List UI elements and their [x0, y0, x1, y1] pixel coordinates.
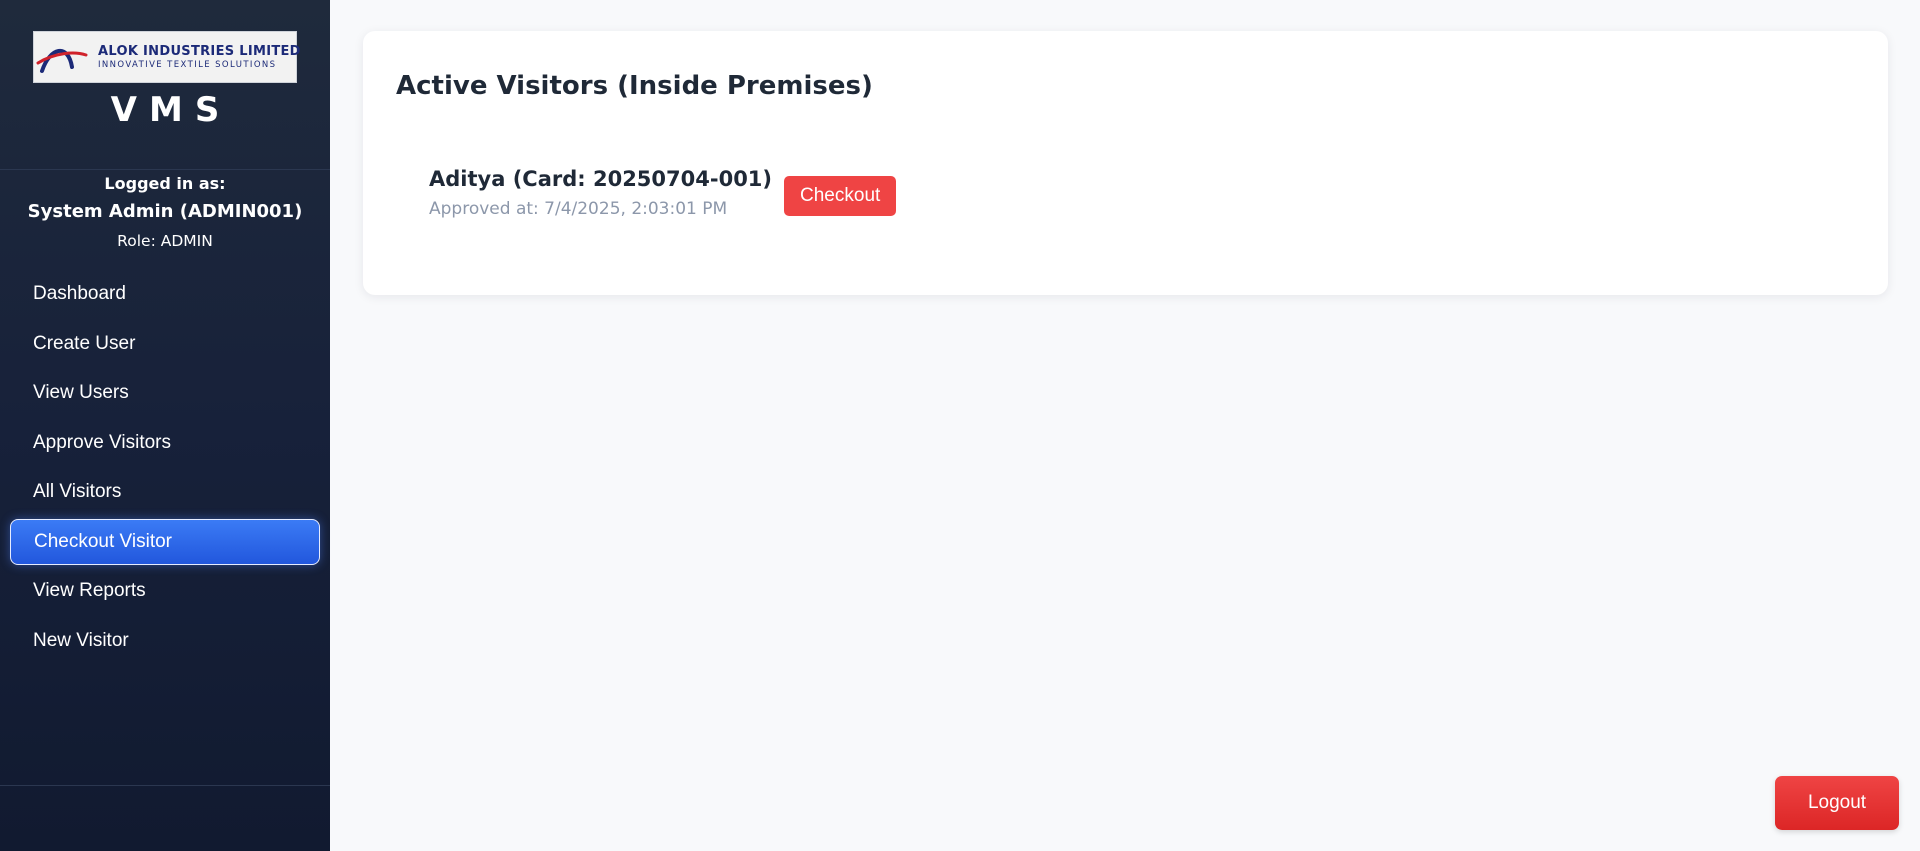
sidebar-item-approve-visitors[interactable]: Approve Visitors	[10, 420, 320, 466]
visitor-approved-time: Approved at: 7/4/2025, 2:03:01 PM	[429, 199, 728, 219]
sidebar-item-dashboard[interactable]: Dashboard	[10, 271, 320, 317]
user-name: System Admin (ADMIN001)	[27, 201, 303, 222]
sidebar: ALOK INDUSTRIES LIMITED INNOVATIVE TEXTI…	[0, 0, 330, 851]
list-item: Aditya (Card: 20250704-001) Approved at:…	[429, 167, 897, 219]
checkout-button[interactable]: Checkout	[784, 176, 897, 216]
sidebar-item-view-users[interactable]: View Users	[10, 370, 320, 416]
user-info: Logged in as: System Admin (ADMIN001) Ro…	[0, 173, 330, 250]
sidebar-divider-top	[0, 169, 330, 170]
company-logo: ALOK INDUSTRIES LIMITED INNOVATIVE TEXTI…	[33, 31, 300, 83]
logged-in-label: Logged in as:	[104, 174, 226, 193]
sidebar-item-checkout-visitor[interactable]: Checkout Visitor	[10, 518, 320, 565]
company-name: ALOK INDUSTRIES LIMITED	[98, 44, 301, 59]
logo-text: ALOK INDUSTRIES LIMITED INNOVATIVE TEXTI…	[90, 44, 301, 70]
sidebar-item-new-visitor[interactable]: New Visitor	[10, 618, 320, 664]
visitor-info: Aditya (Card: 20250704-001) Approved at:…	[429, 167, 772, 219]
sidebar-item-all-visitors[interactable]: All Visitors	[10, 469, 320, 515]
sidebar-nav: Dashboard Create User View Users Approve…	[10, 271, 320, 667]
sidebar-item-create-user[interactable]: Create User	[10, 321, 320, 367]
sidebar-item-view-reports[interactable]: View Reports	[10, 568, 320, 614]
user-role: Role: ADMIN	[117, 232, 213, 250]
company-tagline: INNOVATIVE TEXTILE SOLUTIONS	[98, 60, 277, 70]
visitor-name: Aditya (Card: 20250704-001)	[429, 167, 773, 191]
logout-button[interactable]: Logout	[1775, 776, 1899, 830]
alok-logo-icon	[34, 32, 90, 82]
page-title: Active Visitors (Inside Premises)	[396, 71, 873, 101]
app-title: VMS	[110, 90, 232, 130]
sidebar-divider-bottom	[0, 785, 330, 786]
active-visitors-card: Active Visitors (Inside Premises) Aditya…	[363, 31, 1888, 295]
